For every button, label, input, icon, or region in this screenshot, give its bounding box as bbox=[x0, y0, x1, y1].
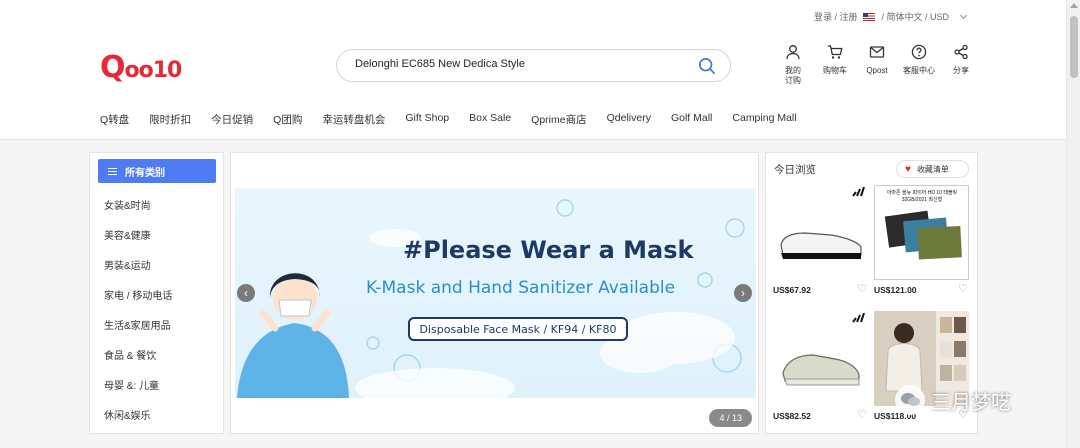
heart-icon: ♥ bbox=[905, 163, 911, 175]
chevron-right-icon: › bbox=[741, 286, 745, 300]
my-orders-button[interactable]: 我的 订购 bbox=[772, 44, 814, 86]
product-image[interactable] bbox=[773, 311, 868, 406]
wishlist-label: 收藏清单 bbox=[916, 164, 949, 174]
search-bar bbox=[336, 49, 731, 82]
product-price: US$67.92 bbox=[773, 285, 811, 295]
nav-item[interactable]: Camping Mall bbox=[732, 112, 796, 127]
menu-icon bbox=[108, 167, 117, 175]
adidas-logo-icon bbox=[852, 187, 865, 197]
scroll-up-icon[interactable] bbox=[1070, 3, 1078, 8]
carousel-next-button[interactable]: › bbox=[734, 284, 752, 302]
nav-item[interactable]: Q转盘 bbox=[100, 112, 129, 127]
heart-outline-icon[interactable]: ♡ bbox=[958, 282, 968, 295]
cart-icon bbox=[828, 45, 843, 59]
chevron-down-icon[interactable] bbox=[959, 11, 968, 19]
help-center-button[interactable]: 客服中心 bbox=[898, 44, 940, 86]
nav-item[interactable]: Qdelivery bbox=[607, 112, 651, 127]
user-icon bbox=[786, 45, 800, 60]
category-item[interactable]: 家电 / 移动电话 bbox=[104, 287, 172, 317]
sneaker-icon bbox=[782, 354, 860, 386]
cart-label: 购物车 bbox=[823, 66, 847, 75]
scrollbar[interactable] bbox=[1066, 0, 1080, 448]
category-item[interactable]: 生活&家居用品 bbox=[104, 317, 172, 347]
share-label: 分享 bbox=[953, 66, 969, 75]
nav-item[interactable]: 幸运转盘机会 bbox=[322, 112, 385, 127]
carousel-prev-button[interactable]: ‹ bbox=[237, 284, 255, 302]
utility-bar: 登录 / 注册 / 简体中文 / USD bbox=[814, 10, 968, 23]
heart-outline-icon[interactable]: ♡ bbox=[857, 408, 867, 421]
search-icon[interactable] bbox=[698, 57, 716, 75]
category-item[interactable]: 母婴 &: 儿童 bbox=[104, 377, 172, 407]
product-image[interactable] bbox=[773, 185, 868, 280]
nav-item[interactable]: Box Sale bbox=[469, 112, 511, 127]
header-icons: 我的 订购 购物车 Qpost 客服中心 分享 bbox=[772, 44, 982, 86]
nav-item[interactable]: Qprime商店 bbox=[531, 112, 586, 127]
product-price: US$121.00 bbox=[874, 285, 917, 295]
product-image[interactable]: 아마존 올뉴 파이어 HD 10 태블릿 32GB/2021 최신형 bbox=[874, 185, 969, 280]
share-button[interactable]: 分享 bbox=[940, 44, 982, 86]
tablet-icon bbox=[884, 210, 962, 260]
share-icon bbox=[954, 44, 968, 60]
qpost-button[interactable]: Qpost bbox=[856, 44, 898, 86]
help-icon bbox=[911, 44, 927, 60]
scroll-thumb[interactable] bbox=[1070, 16, 1078, 78]
category-item[interactable]: 女装&时尚 bbox=[104, 197, 172, 227]
heart-outline-icon[interactable]: ♡ bbox=[857, 282, 867, 295]
chevron-left-icon: ‹ bbox=[244, 286, 248, 300]
cart-button[interactable]: 购物车 bbox=[814, 44, 856, 86]
category-panel: 所有类别 女装&时尚 美容&健康 男装&运动 家电 / 移动电话 生活&家居用品… bbox=[89, 152, 224, 434]
all-categories-label: 所有类别 bbox=[125, 167, 165, 179]
nav-item[interactable]: Gift Shop bbox=[405, 112, 449, 127]
banner-carousel: #Please Wear a Mask K-Mask and Hand Sani… bbox=[230, 152, 759, 434]
search-input[interactable] bbox=[355, 58, 685, 70]
product-card[interactable]: 아마존 올뉴 파이어 HD 10 태블릿 32GB/2021 최신형 US$12… bbox=[874, 185, 972, 295]
product-card[interactable]: US$67.92 ♡ bbox=[773, 185, 871, 295]
category-list: 女装&时尚 美容&健康 男装&运动 家电 / 移动电话 生活&家居用品 食品 &… bbox=[104, 197, 172, 437]
header: 登录 / 注册 / 简体中文 / USD Qoo10 我的 订购 购物车 Qpo… bbox=[0, 0, 1066, 140]
adidas-logo-icon bbox=[852, 313, 865, 323]
category-item[interactable]: 休闲&娱乐 bbox=[104, 407, 172, 437]
login-link[interactable]: 登录 / 注册 bbox=[814, 10, 858, 23]
product-card[interactable]: US$82.52 ♡ bbox=[773, 311, 871, 421]
recently-viewed-title: 今日浏览 bbox=[774, 164, 816, 176]
carousel-pager: 4 / 13 bbox=[709, 409, 752, 427]
wechat-icon bbox=[895, 385, 925, 415]
banner-subline: K-Mask and Hand Sanitizer Available bbox=[366, 278, 676, 298]
banner-headline: #Please Wear a Mask bbox=[403, 236, 694, 264]
nav-item[interactable]: 限时折扣 bbox=[149, 112, 191, 127]
nav-item[interactable]: 今日促销 bbox=[211, 112, 253, 127]
qpost-label: Qpost bbox=[866, 66, 888, 75]
promo-banner[interactable]: #Please Wear a Mask K-Mask and Hand Sani… bbox=[235, 188, 756, 398]
wishlist-button[interactable]: ♥ 收藏清单 bbox=[896, 160, 969, 178]
sneaker-icon bbox=[780, 232, 862, 259]
category-item[interactable]: 美容&健康 bbox=[104, 227, 172, 257]
watermark: 三月梦呓 bbox=[895, 385, 1011, 415]
category-item[interactable]: 食品 & 餐饮 bbox=[104, 347, 172, 377]
us-flag-icon bbox=[863, 12, 876, 21]
help-center-label: 客服中心 bbox=[903, 66, 935, 75]
nav-item[interactable]: Q团购 bbox=[273, 112, 302, 127]
qoo10-logo[interactable]: Qoo10 bbox=[100, 50, 182, 85]
banner-pill: Disposable Face Mask / KF94 / KF80 bbox=[408, 317, 628, 341]
product-price: US$82.52 bbox=[773, 411, 811, 421]
nav-item[interactable]: Golf Mall bbox=[671, 112, 712, 127]
mail-icon bbox=[869, 46, 885, 58]
main-nav: Q转盘 限时折扣 今日促销 Q团购 幸运转盘机会 Gift Shop Box S… bbox=[100, 112, 797, 127]
locale-selector[interactable]: / 简体中文 / USD bbox=[881, 10, 949, 23]
my-orders-label: 我的 订购 bbox=[785, 66, 801, 85]
all-categories-button[interactable]: 所有类别 bbox=[98, 159, 216, 183]
category-item[interactable]: 男装&运动 bbox=[104, 257, 172, 287]
watermark-text: 三月梦呓 bbox=[931, 391, 1011, 414]
